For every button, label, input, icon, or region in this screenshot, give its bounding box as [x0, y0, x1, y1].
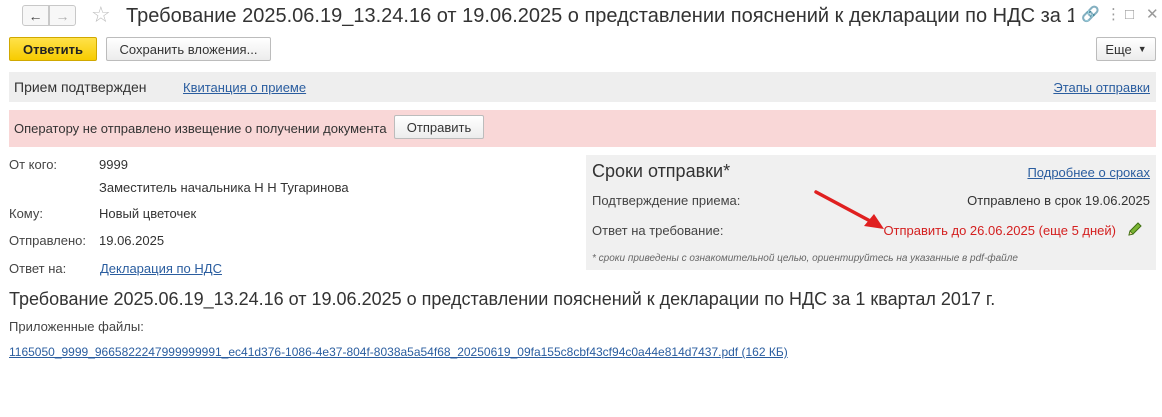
forward-arrow-icon[interactable]: →	[49, 5, 76, 26]
sent-value: 19.06.2025	[99, 233, 165, 248]
more-icon[interactable]: ⋮	[1106, 6, 1121, 24]
deadlines-note: * сроки приведены с ознакомительной цель…	[592, 253, 1018, 264]
title-bar: ← → ☆ Требование 2025.06.19_13.24.16 от …	[0, 0, 1162, 34]
deadlines-title: Сроки отправки*	[592, 161, 731, 181]
more-menu-label: Еще	[1105, 41, 1132, 57]
red-arrow-annotation	[814, 190, 884, 229]
from-code: 9999	[99, 157, 128, 172]
status-text: Прием подтвержден	[14, 79, 147, 95]
reply-button[interactable]: Ответить	[9, 37, 97, 61]
chevron-down-icon: ▼	[1137, 44, 1147, 54]
back-arrow-icon[interactable]: ←	[22, 5, 49, 26]
pencil-icon[interactable]	[1126, 220, 1144, 238]
from-name: Заместитель начальника Н Н Тугаринова	[99, 180, 349, 195]
link-icon[interactable]: 🔗	[1081, 6, 1100, 24]
status-bar: Прием подтвержден Квитанция о приеме Эта…	[9, 72, 1156, 102]
warning-bar: Оператору не отправлено извещение о полу…	[9, 110, 1156, 147]
deadlines-more-link[interactable]: Подробнее о сроках	[1027, 165, 1150, 180]
from-label: От кого:	[9, 157, 58, 172]
attached-file-link[interactable]: 1165050_9999_9665822247999999991_ec41d37…	[9, 345, 788, 359]
to-value: Новый цветочек	[99, 206, 197, 221]
reply-to-label: Ответ на:	[9, 261, 67, 276]
attached-files-label: Приложенные файлы:	[9, 319, 144, 334]
more-menu-button[interactable]: Еще ▼	[1096, 37, 1156, 61]
confirmation-label: Подтверждение приема:	[592, 193, 741, 208]
reply-to-link[interactable]: Декларация по НДС	[100, 261, 222, 276]
to-label: Кому:	[9, 206, 43, 221]
star-icon[interactable]: ☆	[91, 3, 111, 27]
confirmation-value: Отправлено в срок 19.06.2025	[967, 193, 1150, 208]
answer-deadline: Отправить до 26.06.2025 (еще 5 дней)	[883, 223, 1116, 238]
sent-label: Отправлено:	[9, 233, 87, 248]
window-title: Требование 2025.06.19_13.24.16 от 19.06.…	[126, 5, 1074, 27]
save-attachments-button[interactable]: Сохранить вложения...	[106, 37, 271, 61]
send-notice-button[interactable]: Отправить	[394, 115, 484, 139]
sending-stages-link[interactable]: Этапы отправки	[1053, 80, 1150, 95]
warning-text: Оператору не отправлено извещение о полу…	[14, 121, 387, 136]
close-icon[interactable]: ✕	[1146, 6, 1159, 24]
maximize-icon[interactable]: □	[1125, 6, 1134, 24]
answer-label: Ответ на требование:	[592, 223, 724, 238]
document-heading: Требование 2025.06.19_13.24.16 от 19.06.…	[9, 289, 996, 309]
receipt-link[interactable]: Квитанция о приеме	[183, 80, 306, 95]
